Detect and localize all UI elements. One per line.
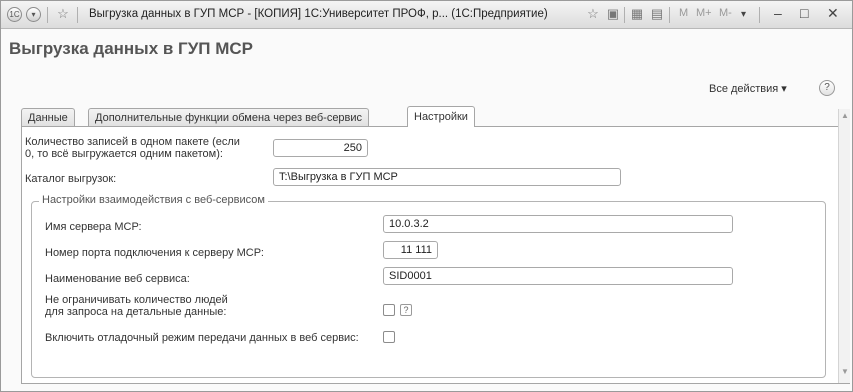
menu-dropdown-icon[interactable]: ▾	[26, 7, 41, 22]
scroll-down-icon[interactable]: ▼	[841, 367, 849, 376]
separator	[624, 7, 625, 23]
port-input[interactable]: 11 111	[383, 241, 438, 259]
service-name-input[interactable]: SID0001	[383, 267, 733, 285]
help-icon[interactable]: ?	[819, 80, 835, 96]
title-bar: 1С ▾ ☆ Выгрузка данных в ГУП МСР - [КОПИ…	[1, 1, 852, 29]
packet-size-label-line2: 0, то всё выгружается одним пакетом):	[25, 148, 223, 160]
window-title: Выгрузка данных в ГУП МСР - [КОПИЯ] 1С:У…	[89, 8, 548, 20]
web-service-group-title: Настройки взаимодействия с веб-сервисом	[39, 194, 268, 206]
separator	[47, 7, 48, 23]
separator	[759, 7, 760, 23]
port-label: Номер порта подключения к серверу МСР:	[45, 247, 264, 259]
tab-settings[interactable]: Настройки	[407, 106, 475, 127]
all-actions-button[interactable]: Все действия ▾	[709, 82, 787, 95]
no-limit-checkbox[interactable]	[383, 304, 395, 316]
separator	[669, 7, 670, 23]
packet-size-input[interactable]: 250	[273, 139, 368, 157]
maximize-icon[interactable]: □	[800, 5, 808, 21]
no-limit-label-line1: Не ограничивать количество людей	[45, 294, 228, 306]
memory-button[interactable]: M	[679, 7, 688, 19]
debug-mode-label: Включить отладочный режим передачи данны…	[45, 332, 359, 344]
calendar-icon[interactable]: ▤	[649, 6, 665, 22]
page-title: Выгрузка данных в ГУП МСР	[9, 39, 253, 58]
scrollbar[interactable]: ▲ ▼	[838, 109, 850, 383]
directory-input[interactable]: T:\Выгрузка в ГУП МСР	[273, 168, 621, 186]
separator	[77, 7, 78, 23]
service-name-label: Наименование веб сервиса:	[45, 273, 190, 285]
tab-additional-functions[interactable]: Дополнительные функции обмена через веб-…	[88, 108, 370, 126]
no-limit-help-icon[interactable]: ?	[400, 304, 412, 316]
directory-label: Каталог выгрузок:	[25, 173, 117, 185]
tab-data[interactable]: Данные	[21, 108, 75, 126]
memory-minus-button[interactable]: M-	[719, 7, 732, 19]
close-icon[interactable]: ✕	[827, 5, 839, 22]
app-window: 1С ▾ ☆ Выгрузка данных в ГУП МСР - [КОПИ…	[0, 0, 853, 392]
history-icon[interactable]: ▣	[605, 6, 621, 22]
calculator-icon[interactable]: ▦	[629, 6, 645, 22]
window-menu-icon[interactable]: ▾	[741, 9, 746, 20]
packet-size-label-line1: Количество записей в одном пакете (если	[25, 136, 240, 148]
favorite-star-icon[interactable]: ☆	[55, 6, 71, 22]
memory-plus-button[interactable]: M+	[696, 7, 712, 19]
1c-logo-icon[interactable]: 1С	[7, 7, 22, 22]
server-name-input[interactable]: 10.0.3.2	[383, 215, 733, 233]
no-limit-label-line2: для запроса на детальные данные:	[45, 306, 227, 318]
scroll-up-icon[interactable]: ▲	[841, 111, 849, 120]
server-name-label: Имя сервера МСР:	[45, 221, 142, 233]
add-favorite-icon[interactable]: ☆	[585, 6, 601, 22]
debug-mode-checkbox[interactable]	[383, 331, 395, 343]
minimize-icon[interactable]: –	[774, 5, 782, 21]
